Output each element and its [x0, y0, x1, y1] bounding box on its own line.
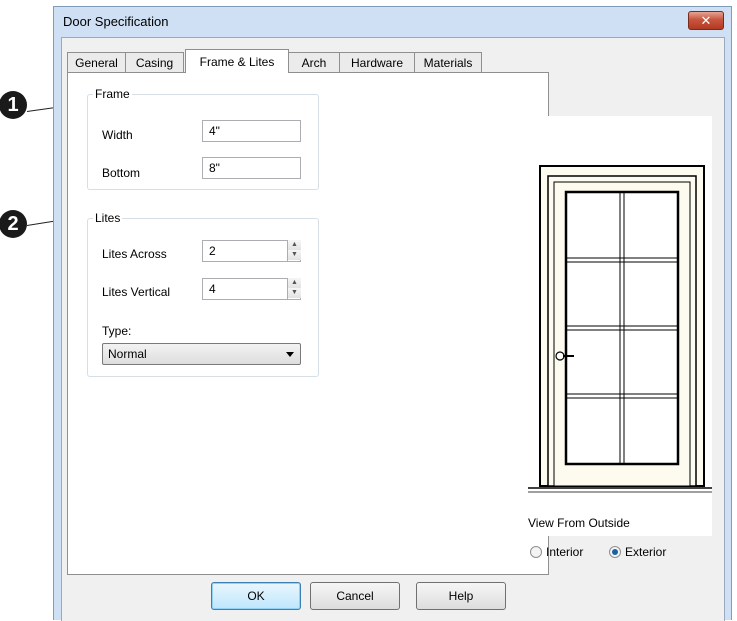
dialog-title: Door Specification [63, 14, 169, 29]
view-from-outside-label: View From Outside [528, 516, 630, 530]
tab-materials-label: Materials [423, 55, 473, 70]
lites-vertical-label: Lites Vertical [102, 285, 171, 299]
tab-hardware[interactable]: Hardware [339, 52, 415, 72]
type-label: Type: [102, 324, 132, 338]
bottom-label: Bottom [102, 166, 141, 180]
width-input[interactable]: 4" [202, 120, 301, 142]
dialog-client-area: General Casing Frame & Lites Arch Hardwa… [61, 37, 725, 621]
close-icon: ✕ [700, 12, 712, 28]
chevron-down-icon [286, 352, 294, 357]
tab-arch[interactable]: Arch [288, 52, 340, 72]
lites-group-label: Lites [93, 211, 123, 225]
tab-materials[interactable]: Materials [414, 52, 482, 72]
help-label: Help [448, 589, 474, 603]
width-label: Width [102, 128, 133, 142]
spin-down-icon[interactable]: ▼ [288, 250, 301, 260]
ok-button[interactable]: OK [211, 582, 301, 610]
interior-radio-label[interactable]: Interior [546, 545, 583, 559]
callout-2: 2 [0, 210, 27, 238]
tab-frame-lites-label: Frame & Lites [199, 54, 275, 69]
type-dropdown[interactable]: Normal [102, 343, 301, 365]
interior-radio[interactable] [530, 546, 542, 558]
frame-lites-panel: Frame Width 4" Bottom 8" Lites Lites Acr… [67, 72, 549, 575]
help-button[interactable]: Help [416, 582, 506, 610]
door-glass [564, 190, 680, 466]
tab-casing[interactable]: Casing [125, 52, 184, 72]
bottom-input[interactable]: 8" [202, 157, 301, 179]
tab-arch-label: Arch [301, 55, 327, 70]
cancel-button[interactable]: Cancel [310, 582, 400, 610]
tab-hardware-label: Hardware [350, 55, 404, 70]
door-specification-dialog: Door Specification ✕ General Casing Fram… [53, 6, 732, 621]
callout-1: 1 [0, 91, 27, 119]
spin-down-icon[interactable]: ▼ [288, 288, 301, 298]
lites-across-spinner[interactable]: ▲ ▼ [287, 240, 301, 262]
ok-label: OK [247, 589, 265, 603]
lites-vertical-spinner[interactable]: ▲ ▼ [287, 278, 301, 300]
spin-up-icon[interactable]: ▲ [288, 240, 301, 250]
exterior-radio[interactable] [609, 546, 621, 558]
lites-across-label: Lites Across [102, 247, 167, 261]
close-button[interactable]: ✕ [688, 11, 724, 30]
title-bar: Door Specification ✕ [54, 7, 731, 37]
tab-frame-lites[interactable]: Frame & Lites [185, 49, 289, 73]
type-selected-value: Normal [108, 347, 147, 361]
door-preview-image [528, 165, 712, 493]
door-preview [528, 116, 712, 536]
tab-general[interactable]: General [67, 52, 126, 72]
exterior-radio-label[interactable]: Exterior [625, 545, 666, 559]
frame-group-label: Frame [93, 87, 132, 101]
tab-casing-label: Casing [135, 55, 174, 70]
tab-general-label: General [75, 55, 118, 70]
door-knob-icon [555, 351, 565, 361]
cancel-label: Cancel [336, 589, 374, 603]
spin-up-icon[interactable]: ▲ [288, 278, 301, 288]
